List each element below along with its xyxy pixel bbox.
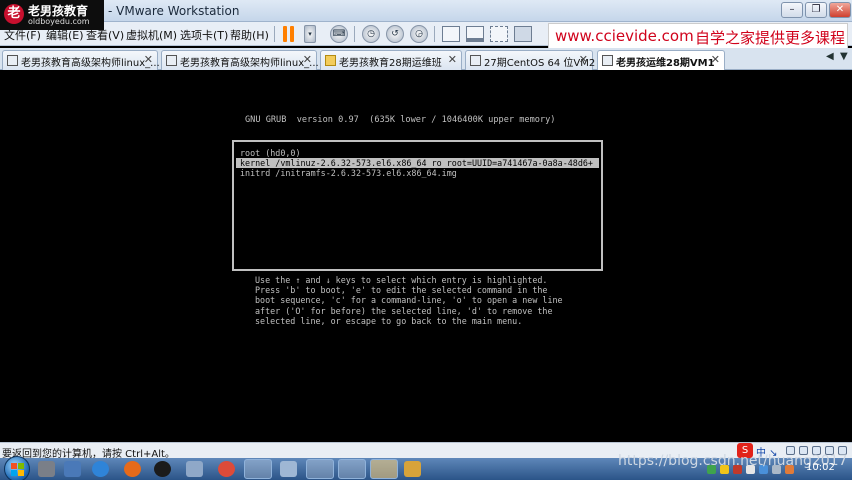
revert-snapshot-icon[interactable]: ↺ xyxy=(386,25,404,43)
window-title: - VMware Workstation xyxy=(108,4,240,18)
vm-icon xyxy=(470,55,481,66)
app-icon[interactable] xyxy=(38,461,55,477)
app-icon[interactable] xyxy=(404,461,421,477)
taskbar-clock[interactable]: 10:02 xyxy=(806,462,835,473)
chrome-icon[interactable] xyxy=(218,461,235,477)
title-bar: - VMware Workstation – ❐ ✕ xyxy=(0,0,852,22)
vmware-workstation-window: - VMware Workstation – ❐ ✕ 老 老男孩教育 oldbo… xyxy=(0,0,852,480)
app-icon[interactable] xyxy=(64,461,81,477)
tab-label: 老男孩教育高级架构师linux_... xyxy=(21,58,160,69)
fullscreen-icon[interactable] xyxy=(514,26,532,42)
tab-close-icon[interactable]: ✕ xyxy=(303,53,312,66)
tab-label: 老男孩教育高级架构师linux_... xyxy=(180,58,319,69)
vm-icon xyxy=(7,55,18,66)
grub-entry-initrd[interactable]: initrd /initramfs-2.6.32-573.el6.x86_64.… xyxy=(240,168,457,178)
grub-header: GNU GRUB version 0.97 (635K lower / 1046… xyxy=(245,115,556,125)
tab-vm-1[interactable]: 老男孩教育高级架构师linux_... ✕ xyxy=(2,50,160,70)
ie-browser-icon[interactable] xyxy=(92,461,109,477)
app-icon[interactable] xyxy=(186,461,203,477)
vm-icon xyxy=(602,55,613,66)
fit-guest-icon[interactable] xyxy=(490,26,508,42)
toolbar-separator xyxy=(354,26,355,42)
taskbar-window[interactable] xyxy=(306,459,334,479)
oldboy-logo: 老 老男孩教育 oldboyedu.com xyxy=(0,0,104,30)
tab-scroll-left-icon[interactable]: ◀ xyxy=(826,51,834,62)
tab-vm-2[interactable]: 老男孩教育高级架构师linux_... ✕ xyxy=(161,50,319,70)
tab-close-icon[interactable]: ✕ xyxy=(711,53,720,66)
tab-close-icon[interactable]: ✕ xyxy=(144,53,153,66)
help-line: after ('O' for before) the selected line… xyxy=(255,305,553,316)
grub-help-text: Use the ↑ and ↓ keys to select which ent… xyxy=(255,275,563,326)
vm-console[interactable]: GNU GRUB version 0.97 (635K lower / 1046… xyxy=(0,71,852,442)
vm-icon xyxy=(166,55,177,66)
show-library-icon[interactable] xyxy=(442,26,460,42)
help-line: Use the ↑ and ↓ keys to select which ent… xyxy=(255,275,548,285)
firefox-icon[interactable] xyxy=(124,461,141,477)
tab-close-icon[interactable]: ✕ xyxy=(448,53,457,66)
menu-tabs[interactable]: 选项卡(T) xyxy=(180,27,228,43)
toolbar-separator xyxy=(274,26,275,42)
app-icon[interactable] xyxy=(280,461,297,477)
tab-label: 老男孩教育28期运维班 xyxy=(339,58,442,69)
logo-mark-icon: 老 xyxy=(4,4,24,24)
tab-list-icon[interactable]: ▼ xyxy=(840,51,848,62)
promo-banner: www.ccievide.com 自学之家提供更多课程 xyxy=(548,23,848,49)
folder-icon xyxy=(325,55,336,66)
grub-entry-kernel-selected[interactable]: kernel /vmlinuz-2.6.32-573.el6.x86_64 ro… xyxy=(236,158,599,168)
tab-label: 老男孩运维28期VM1 xyxy=(616,58,715,69)
tab-close-icon[interactable]: ✕ xyxy=(579,53,588,66)
menu-help[interactable]: 帮助(H) xyxy=(230,27,269,43)
minimize-button[interactable]: – xyxy=(781,2,803,18)
windows-start-button[interactable] xyxy=(4,456,30,480)
promo-site: www.ccievide.com xyxy=(555,27,694,45)
close-button[interactable]: ✕ xyxy=(829,2,851,18)
restore-button[interactable]: ❐ xyxy=(805,2,827,18)
toolbar-separator xyxy=(434,26,435,42)
taskbar-window-active[interactable] xyxy=(370,459,398,479)
grub-menu-box: root (hd0,0) kernel /vmlinuz-2.6.32-573.… xyxy=(232,140,603,271)
pause-dropdown-icon[interactable]: ▾ xyxy=(304,25,316,43)
tab-folder-28[interactable]: 老男孩教育28期运维班 ✕ xyxy=(320,50,462,70)
thumbnail-icon[interactable] xyxy=(466,26,484,42)
taskbar-window-explorer[interactable] xyxy=(244,459,272,479)
pause-icon[interactable] xyxy=(282,26,296,42)
logo-site: oldboyedu.com xyxy=(28,17,90,26)
qq-icon[interactable] xyxy=(154,461,171,477)
tab-strip: 老男孩教育高级架构师linux_... ✕ 老男孩教育高级架构师linux_..… xyxy=(0,48,852,70)
tab-centos-vm2[interactable]: 27期CentOS 64 位VM2 ✕ xyxy=(465,50,595,70)
menu-vm[interactable]: 虚拟机(M) xyxy=(126,27,177,43)
grub-entry-root[interactable]: root (hd0,0) xyxy=(240,148,301,158)
help-line: selected line, or escape to go back to t… xyxy=(255,315,523,326)
promo-text: 自学之家提供更多课程 xyxy=(695,29,846,47)
help-line: boot sequence, 'c' for a command-line, '… xyxy=(255,295,563,306)
send-keys-icon[interactable]: ⌨ xyxy=(330,25,348,43)
snapshot-manager-icon[interactable]: ◶ xyxy=(410,25,428,43)
help-line: Press 'b' to boot, 'e' to edit the selec… xyxy=(255,285,548,296)
taskbar-window-vmware[interactable] xyxy=(338,459,366,479)
snapshot-icon[interactable]: ◷ xyxy=(362,25,380,43)
tab-vm1-active[interactable]: 老男孩运维28期VM1 ✕ xyxy=(597,50,725,70)
